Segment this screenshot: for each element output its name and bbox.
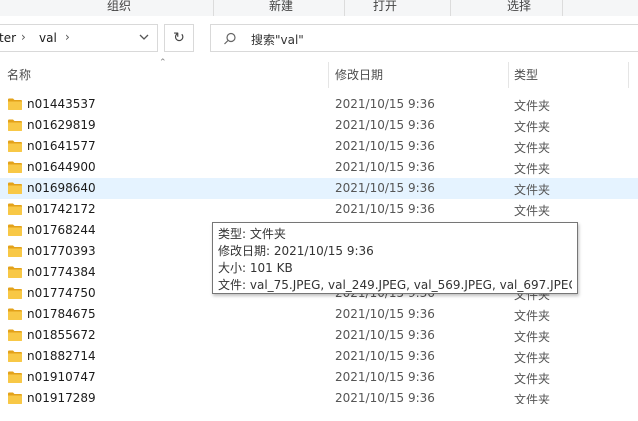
file-type: 文件夹: [514, 120, 551, 134]
breadcrumb-current[interactable]: val: [39, 31, 57, 45]
folder-icon: [8, 98, 22, 110]
file-modified-date: 2021/10/15 9:36: [335, 139, 435, 153]
ribbon-separator: [213, 0, 214, 16]
column-header-date[interactable]: 修改日期: [335, 60, 383, 90]
folder-icon: [8, 119, 22, 131]
ribbon-separator: [344, 0, 345, 16]
folder-icon: [8, 182, 22, 194]
folder-icon: [8, 224, 22, 236]
file-name[interactable]: n01774384: [27, 265, 96, 279]
folder-icon: [8, 392, 22, 404]
folder-icon: [8, 308, 22, 320]
tooltip-files: 文件: val_75.JPEG, val_249.JPEG, val_569.J…: [218, 278, 572, 292]
file-name[interactable]: n01698640: [27, 181, 96, 195]
ribbon-group-open[interactable]: 打开: [354, 0, 416, 16]
folder-icon: [8, 161, 22, 173]
search-input[interactable]: 搜索"val": [251, 31, 304, 48]
column-header-type[interactable]: 类型: [514, 60, 538, 90]
folder-icon: [8, 350, 22, 362]
tooltip-type: 类型: 文件夹: [218, 227, 286, 241]
breadcrumb-parent[interactable]: ter: [0, 31, 16, 45]
search-icon: [224, 32, 236, 45]
file-row[interactable]: n01698640 2021/10/15 9:36 文件夹: [0, 178, 638, 199]
file-modified-date: 2021/10/15 9:36: [335, 118, 435, 132]
file-row[interactable]: n01443537 2021/10/15 9:36 文件夹: [0, 94, 638, 115]
file-name[interactable]: n01644900: [27, 160, 96, 174]
file-name[interactable]: n01742172: [27, 202, 96, 216]
refresh-button[interactable]: ↻: [164, 24, 194, 52]
file-type: 文件夹: [514, 372, 551, 386]
file-type: 文件夹: [514, 162, 551, 176]
file-name[interactable]: n01917289: [27, 391, 96, 404]
sort-ascending-icon: ⌃: [159, 58, 167, 68]
file-name[interactable]: n01641577: [27, 139, 96, 153]
refresh-icon: ↻: [173, 30, 185, 46]
column-header-name[interactable]: 名称: [7, 60, 31, 90]
file-name[interactable]: n01784675: [27, 307, 96, 321]
file-modified-date: 2021/10/15 9:36: [335, 328, 435, 342]
folder-icon: [8, 287, 22, 299]
column-divider[interactable]: [328, 62, 329, 88]
file-modified-date: 2021/10/15 9:36: [335, 307, 435, 321]
file-name[interactable]: n01768244: [27, 223, 96, 237]
breadcrumb-chevron-icon[interactable]: ›: [65, 30, 70, 44]
file-type: 文件夹: [514, 141, 551, 155]
file-row[interactable]: n01910747 2021/10/15 9:36 文件夹: [0, 367, 638, 388]
folder-icon: [8, 245, 22, 257]
file-name[interactable]: n01770393: [27, 244, 96, 258]
column-divider[interactable]: [628, 62, 629, 88]
search-box[interactable]: 搜索"val": [210, 24, 638, 52]
file-name[interactable]: n01882714: [27, 349, 96, 363]
navigation-bar: ter › val › ↻ 搜索"val": [0, 16, 638, 60]
folder-info-tooltip: 类型: 文件夹 修改日期: 2021/10/15 9:36 大小: 101 KB…: [212, 222, 578, 294]
ribbon-group-new[interactable]: 新建: [222, 0, 340, 16]
file-type: 文件夹: [514, 330, 551, 344]
ribbon-group-organize[interactable]: 组织: [60, 0, 178, 16]
ribbon-group-labels: 组织 新建 打开 选择: [0, 0, 638, 17]
ribbon-separator: [450, 0, 451, 16]
file-name[interactable]: n01855672: [27, 328, 96, 342]
file-name[interactable]: n01910747: [27, 370, 96, 384]
column-headers: ⌃ 名称 修改日期 类型: [0, 58, 638, 90]
file-modified-date: 2021/10/15 9:36: [335, 349, 435, 363]
file-modified-date: 2021/10/15 9:36: [335, 97, 435, 111]
folder-icon: [8, 266, 22, 278]
file-type: 文件夹: [514, 183, 551, 197]
folder-icon: [8, 203, 22, 215]
chevron-down-icon[interactable]: [138, 30, 150, 44]
file-row[interactable]: n01882714 2021/10/15 9:36 文件夹: [0, 346, 638, 367]
file-row[interactable]: n01644900 2021/10/15 9:36 文件夹: [0, 157, 638, 178]
folder-icon: [8, 140, 22, 152]
tooltip-size: 大小: 101 KB: [218, 261, 293, 275]
file-row[interactable]: n01742172 2021/10/15 9:36 文件夹: [0, 199, 638, 220]
tooltip-modified-date: 修改日期: 2021/10/15 9:36: [218, 244, 374, 258]
file-type: 文件夹: [514, 204, 551, 218]
ribbon-group-select[interactable]: 选择: [470, 0, 568, 16]
file-type: 文件夹: [514, 393, 551, 404]
file-modified-date: 2021/10/15 9:36: [335, 160, 435, 174]
address-bar[interactable]: ter › val ›: [0, 24, 158, 52]
folder-icon: [8, 371, 22, 383]
file-name[interactable]: n01443537: [27, 97, 96, 111]
file-row[interactable]: n01629819 2021/10/15 9:36 文件夹: [0, 115, 638, 136]
breadcrumb-chevron-icon[interactable]: ›: [21, 30, 26, 44]
file-type: 文件夹: [514, 309, 551, 323]
file-row[interactable]: n01784675 2021/10/15 9:36 文件夹: [0, 304, 638, 325]
file-row[interactable]: n01641577 2021/10/15 9:36 文件夹: [0, 136, 638, 157]
file-name[interactable]: n01629819: [27, 118, 96, 132]
column-divider[interactable]: [508, 62, 509, 88]
file-row[interactable]: n01917289 2021/10/15 9:36 文件夹: [0, 388, 638, 404]
file-modified-date: 2021/10/15 9:36: [335, 181, 435, 195]
file-type: 文件夹: [514, 99, 551, 113]
file-name[interactable]: n01774750: [27, 286, 96, 300]
file-modified-date: 2021/10/15 9:36: [335, 391, 435, 404]
file-type: 文件夹: [514, 351, 551, 365]
folder-icon: [8, 329, 22, 341]
file-modified-date: 2021/10/15 9:36: [335, 370, 435, 384]
file-row[interactable]: n01855672 2021/10/15 9:36 文件夹: [0, 325, 638, 346]
file-modified-date: 2021/10/15 9:36: [335, 202, 435, 216]
ribbon-separator: [562, 0, 563, 16]
